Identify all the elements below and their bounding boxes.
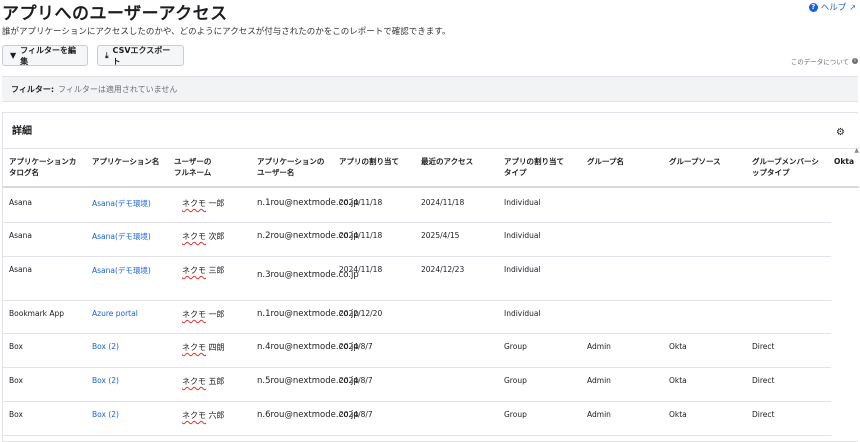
fullname-cell: ネクモ 四朗 <box>182 343 225 352</box>
assigned-date-cell: 2024/8/7 <box>339 410 373 419</box>
assignment-type-cell: Group <box>504 410 527 419</box>
table-row: Asana Asana(デモ環境) ネクモ 三郎 n.3rou@nextmode.co… <box>3 256 831 301</box>
app-link[interactable]: Box (2) <box>92 342 119 351</box>
last-access-cell: 2024/11/18 <box>421 198 465 207</box>
about-data-label: このデータについて <box>790 58 849 66</box>
assignment-type-cell: Group <box>504 376 527 385</box>
assigned-date-cell: 2022/12/20 <box>339 309 383 318</box>
assignment-type-cell: Individual <box>504 265 541 274</box>
username-cell: n.5rou@nextmode.co.jp <box>257 376 359 386</box>
filter-icon: ▼ <box>10 51 17 60</box>
assignment-type-cell: Group <box>504 342 527 351</box>
membership-type-cell: Direct <box>752 410 775 419</box>
fullname-cell: ネクモ 三郎 <box>182 266 225 275</box>
table-row: Box Box (2) ネクモ 五郎 n.5rou@nextmode.co.jp 202… <box>3 367 831 402</box>
table-row: Asana Asana(デモ環境) ネクモ 次郎 n.2rou@nextmode.co… <box>3 222 831 257</box>
column-header[interactable]: グループ名 <box>587 156 665 167</box>
table-header: アプリケーションカ タログ名 アプリケーション名 ユーザーの フルネーム アプリケーシ… <box>3 148 859 188</box>
column-header[interactable]: アプリケーションカ タログ名 <box>9 156 87 178</box>
column-header[interactable]: アプリの割り当て <box>339 156 417 167</box>
app-link[interactable]: Box (2) <box>92 376 119 385</box>
username-cell: n.3rou@nextmode.co.jp <box>257 270 359 280</box>
username-cell: n.4rou@nextmode.co.jp <box>257 342 359 352</box>
assigned-date-cell: 2024/8/7 <box>339 376 373 385</box>
table-row: Box Box (2) ネクモ 四朗 n.4rou@nextmode.co.jp 202… <box>3 333 831 368</box>
gear-icon[interactable]: ⚙ <box>836 127 845 138</box>
membership-type-cell: Direct <box>752 342 775 351</box>
catalog-cell: Box <box>9 342 23 351</box>
page-title: アプリへのユーザーアクセス <box>2 4 228 24</box>
table-row: Asana Asana(デモ環境) ネクモ 一郎 n.1rou@nextmode.co… <box>3 189 831 223</box>
help-label: ヘルプ <box>820 3 847 13</box>
details-title: 詳細 <box>12 126 32 137</box>
fullname-cell: ネクモ 次郎 <box>182 232 225 241</box>
download-icon: ⤓ <box>105 50 109 60</box>
csv-export-label: CSVエクスポート <box>112 45 171 66</box>
group-source-cell: Okta <box>669 376 687 385</box>
filter-label: フィルター: <box>11 84 55 94</box>
username-cell: n.2rou@nextmode.co.jp <box>257 231 359 241</box>
column-header[interactable]: 最近のアクセス <box>421 156 499 167</box>
csv-export-button[interactable]: ⤓ CSVエクスポート <box>97 45 184 66</box>
catalog-cell: Bookmark App <box>9 309 65 318</box>
catalog-cell: Box <box>9 376 23 385</box>
assignment-type-cell: Individual <box>504 231 541 240</box>
scroll-up-icon[interactable]: ▲ <box>854 147 859 154</box>
assigned-date-cell: 2024/11/18 <box>339 265 383 274</box>
username-cell: n.1rou@nextmode.co.jp <box>257 309 359 319</box>
group-source-cell: Okta <box>669 342 687 351</box>
username-cell: n.1rou@nextmode.co.jp <box>257 198 359 208</box>
column-header[interactable]: アプリの割り当て タイプ <box>504 156 582 178</box>
column-header[interactable]: グループメンバーシ ップタイプ <box>752 156 830 178</box>
username-cell: n.6rou@nextmode.co.jp <box>257 410 359 420</box>
app-link[interactable]: Azure portal <box>92 309 138 318</box>
filter-value: フィルターは適用されていません <box>58 84 178 94</box>
fullname-cell: ネクモ 六郎 <box>182 411 225 420</box>
help-link[interactable]: ? ヘルプ ↗ <box>808 1 856 13</box>
app-link[interactable]: Asana(デモ環境) <box>92 265 151 276</box>
filter-bar: フィルター: フィルターは適用されていません <box>2 76 858 102</box>
last-access-cell: 2024/12/23 <box>421 265 465 274</box>
fullname-cell: ネクモ 一郎 <box>182 199 225 208</box>
last-access-cell: 2025/4/15 <box>421 231 460 240</box>
column-header[interactable]: ユーザーの フルネーム <box>174 156 252 178</box>
column-header[interactable]: Okta <box>834 156 860 167</box>
column-header[interactable]: グループソース <box>669 156 747 167</box>
column-header[interactable]: アプリケーション名 <box>92 156 170 167</box>
app-link[interactable]: Box (2) <box>92 410 119 419</box>
app-link[interactable]: Asana(デモ環境) <box>92 231 151 242</box>
fullname-cell: ネクモ 一郎 <box>182 310 225 319</box>
catalog-cell: Asana <box>9 265 32 274</box>
table-row: Bookmark App Azure portal ネクモ 一郎 n.1rou@nex… <box>3 300 831 334</box>
assigned-date-cell: 2024/11/18 <box>339 198 383 207</box>
group-name-cell: Admin <box>587 410 611 419</box>
info-icon: i <box>852 58 858 64</box>
about-data-link[interactable]: このデータについて i <box>791 56 858 66</box>
membership-type-cell: Direct <box>752 376 775 385</box>
edit-filters-button[interactable]: ▼ フィルターを編集 <box>2 45 88 66</box>
group-name-cell: Admin <box>587 376 611 385</box>
group-name-cell: Admin <box>587 342 611 351</box>
fullname-cell: ネクモ 五郎 <box>182 377 225 386</box>
catalog-cell: Box <box>9 410 23 419</box>
help-icon: ? <box>808 2 818 12</box>
column-header[interactable]: アプリケーションの ユーザー名 <box>257 156 335 178</box>
details-panel: 詳細 ⚙ アプリケーションカ タログ名 アプリケーション名 ユーザーの フルネームア… <box>2 112 859 442</box>
external-link-icon: ↗ <box>849 2 856 12</box>
app-link[interactable]: Asana(デモ環境) <box>92 198 151 209</box>
page-description: 誰がアプリケーションにアクセスしたのかや、どのようにアクセスが付与されたのかをこ… <box>2 27 451 37</box>
assigned-date-cell: 2024/11/18 <box>339 231 383 240</box>
assigned-date-cell: 2024/8/7 <box>339 342 373 351</box>
edit-filters-label: フィルターを編集 <box>20 45 76 66</box>
assignment-type-cell: Individual <box>504 309 541 318</box>
catalog-cell: Asana <box>9 198 32 207</box>
group-source-cell: Okta <box>669 410 687 419</box>
catalog-cell: Asana <box>9 231 32 240</box>
table-row: Box Box (2) ネクモ 六郎 n.6rou@nextmode.co.jp 202… <box>3 401 831 436</box>
assignment-type-cell: Individual <box>504 198 541 207</box>
